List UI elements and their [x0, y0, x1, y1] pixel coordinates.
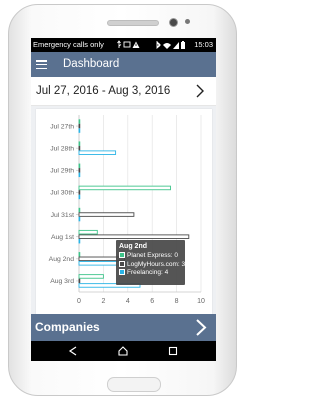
series-swatch [119, 269, 125, 275]
bar [78, 216, 81, 222]
earpiece-speaker [107, 20, 159, 26]
dashboard-content: Jul 27th Jul 28th Jul 29th Jul 30th Jul 31st… [31, 106, 216, 314]
x-tick-label: 0 [77, 298, 81, 305]
y-tick-label: Jul 27th [50, 123, 74, 130]
phone-screen: Emergency calls only 15:03 Dashboard Jul… [31, 38, 216, 361]
chevron-right-icon[interactable] [192, 83, 208, 99]
app-bar: Dashboard [31, 52, 216, 77]
bar [78, 229, 98, 235]
y-tick-label: Jul 29th [50, 168, 74, 175]
bar [78, 123, 81, 129]
signal-icon [173, 42, 179, 49]
companies-label: Companies [35, 320, 100, 334]
x-tick-label: 4 [126, 298, 130, 305]
bar [78, 185, 171, 191]
bar [78, 172, 81, 178]
bar [78, 207, 81, 213]
chart-tooltip: Aug 2nd Planet Express: 0 LogMyHours.com… [116, 240, 198, 285]
y-tick-label: Aug 2nd [49, 256, 75, 263]
tooltip-row: Planet Express: 0 [119, 252, 182, 261]
page-title: Dashboard [63, 58, 120, 70]
bar [78, 128, 81, 133]
x-tick-label: 6 [150, 298, 154, 305]
usb-icon [117, 40, 122, 48]
recent-apps-icon[interactable] [167, 345, 179, 357]
bar [78, 119, 81, 124]
bar [78, 150, 117, 155]
android-nav-bar [31, 341, 216, 361]
bar [78, 278, 81, 284]
series-swatch [119, 260, 125, 267]
carrier-status: Emergency calls only [33, 40, 104, 49]
bar [78, 145, 81, 151]
home-icon[interactable] [117, 345, 129, 357]
y-tick-label: Jul 31st [51, 212, 75, 219]
hours-chart: Jul 27th Jul 28th Jul 29th Jul 30th Jul 31st… [36, 109, 212, 314]
back-icon[interactable] [67, 345, 79, 357]
tooltip-row-label: Freelancing: 4 [127, 269, 169, 276]
bar [78, 238, 81, 244]
tooltip-row-label: Planet Express: 0 [127, 252, 178, 259]
hardware-home-button[interactable] [107, 377, 161, 392]
companies-button[interactable]: Companies [31, 314, 216, 341]
series-swatch [119, 252, 125, 258]
front-camera [169, 18, 178, 27]
battery-icon [181, 41, 185, 49]
status-icons [117, 40, 185, 49]
status-bar: Emergency calls only 15:03 [31, 38, 216, 52]
y-tick-label: Aug 1st [51, 234, 74, 241]
date-range-selector: Jul 27, 2016 - Aug 3, 2016 [31, 77, 216, 106]
chevron-right-icon [196, 319, 207, 336]
x-tick-label: 8 [175, 298, 179, 305]
bar [78, 141, 81, 146]
x-tick-label: 2 [101, 298, 105, 305]
proximity-sensor [185, 19, 190, 24]
bar [78, 212, 135, 217]
wifi-icon [163, 43, 171, 49]
bar [78, 190, 81, 195]
bluetooth-icon [156, 41, 161, 49]
tooltip-row-label: LogMyHours.com: 3.733 [127, 260, 198, 268]
bar [78, 194, 81, 200]
bar [78, 163, 81, 169]
tooltip-title: Aug 2nd [119, 243, 147, 250]
bar [78, 252, 81, 257]
tooltip-row: LogMyHours.com: 3.733 [119, 260, 198, 270]
y-tick-label: Jul 28th [50, 145, 74, 152]
date-range-label[interactable]: Jul 27, 2016 - Aug 3, 2016 [36, 77, 170, 105]
y-tick-label: Jul 30th [50, 190, 74, 197]
x-tick-label: 10 [197, 298, 205, 305]
bar [78, 234, 190, 239]
y-tick-label: Aug 3rd [50, 278, 74, 285]
clock: 15:03 [194, 40, 213, 49]
warning-icon [132, 41, 140, 48]
bar [78, 168, 81, 173]
hamburger-menu-icon[interactable] [36, 60, 47, 70]
image-icon [123, 41, 131, 48]
bar [78, 274, 104, 279]
tooltip-row: Freelancing: 4 [119, 269, 182, 278]
